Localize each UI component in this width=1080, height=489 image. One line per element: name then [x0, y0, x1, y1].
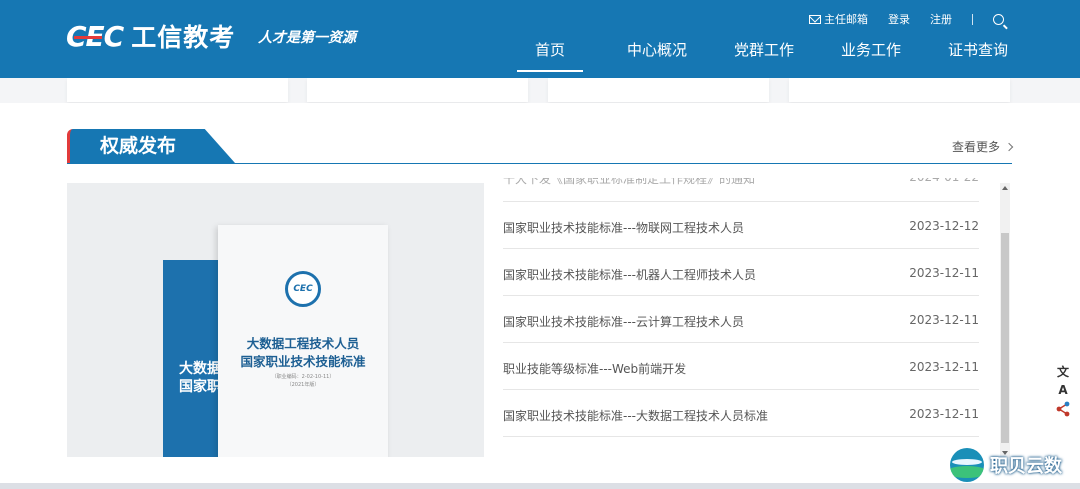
- feature-card[interactable]: [307, 78, 528, 102]
- book-title-line1: 大数据工程技术人员: [246, 336, 360, 351]
- list-item-title: 职业技能等级标准---Web前端开发: [503, 362, 687, 376]
- back-text-line1: 大数据: [179, 361, 221, 377]
- list-scrollbar[interactable]: [1000, 183, 1010, 458]
- register-link[interactable]: 注册: [930, 11, 952, 27]
- list-item[interactable]: 职业技能等级标准---Web前端开发 2023-12-11: [503, 343, 979, 390]
- list-item-date: 2024-01-22: [909, 178, 979, 184]
- list-item[interactable]: 国家职业技术技能标准---物联网工程技术人员 2023-12-12: [503, 202, 979, 249]
- section-title: 权威发布: [67, 129, 235, 163]
- nav-item-certificate[interactable]: 证书查询: [945, 40, 1011, 72]
- list-item-date: 2023-12-11: [909, 313, 979, 327]
- feature-card[interactable]: [548, 78, 769, 102]
- book-title-line2: 国家职业技术技能标准: [240, 354, 366, 369]
- back-text-line2: 国家职: [179, 379, 221, 395]
- section-header: 权威发布 查看更多: [67, 129, 1014, 164]
- divider: [972, 13, 973, 25]
- featured-cover-image[interactable]: 大数据 国家职 CEC 大数据工程技术人员 国家职业技术技能标准 （职业编码：2…: [67, 183, 484, 457]
- watermark-logo: [950, 448, 984, 482]
- watermark-text: 职贝云数: [990, 456, 1062, 477]
- list-item[interactable]: 国家职业技术技能标准---云计算工程技术人员 2023-12-11: [503, 296, 979, 343]
- list-item[interactable]: 国家职业技术技能标准---大数据工程技术人员标准 2023-12-11: [503, 390, 979, 437]
- list-item-title: 国家职业技术技能标准---物联网工程技术人员: [503, 221, 744, 235]
- book-front-cover: CEC 大数据工程技术人员 国家职业技术技能标准 （职业编码：2-02-10-1…: [218, 225, 388, 457]
- book-code: （职业编码：2-02-10-11）: [271, 374, 335, 380]
- page-bottom-strip: [0, 483, 1080, 489]
- search-icon[interactable]: [993, 13, 1004, 25]
- mailbox-link[interactable]: 主任邮箱: [789, 11, 868, 27]
- scrollbar-thumb[interactable]: [1001, 233, 1009, 443]
- watermark: 职贝云数: [950, 445, 1062, 485]
- mailbox-label: 主任邮箱: [824, 13, 868, 26]
- list-item-title: 国家职业技术技能标准---大数据工程技术人员标准: [503, 409, 768, 423]
- view-more-label: 查看更多: [951, 140, 1000, 154]
- scroll-up-arrow-icon[interactable]: [1002, 186, 1008, 190]
- share-icon[interactable]: [1054, 401, 1072, 419]
- authority-release-section: 权威发布 查看更多 大数据 国家职 CEC 大数据工程技术人员 国家职业技术技能…: [0, 103, 1080, 483]
- main-nav: 首页 中心概况 党群工作 业务工作 证书查询: [0, 40, 1080, 78]
- feature-cards: [0, 78, 1080, 103]
- login-link[interactable]: 登录: [888, 11, 910, 27]
- list-item[interactable]: 十大下发《国家职业标准制定工作规程》的通知 2024-01-22: [503, 178, 979, 202]
- list-item-title: 国家职业技术技能标准---机器人工程师技术人员: [503, 268, 756, 282]
- list-item-date: 2023-12-12: [909, 219, 979, 233]
- list-item-title: 国家职业技术技能标准---云计算工程技术人员: [503, 315, 744, 329]
- site-header: CEC 工信教考 人才是第一资源 主任邮箱 登录 注册 首页 中心概况 党群工作…: [0, 0, 1080, 78]
- chevron-right-icon: [1004, 142, 1014, 151]
- floating-toolbar: 文A: [1046, 358, 1080, 428]
- nav-item-business[interactable]: 业务工作: [838, 40, 904, 72]
- view-more-link[interactable]: 查看更多: [951, 138, 1014, 155]
- book-back-text: 大数据 国家职: [179, 360, 221, 396]
- nav-item-overview[interactable]: 中心概况: [624, 40, 690, 72]
- list-item-date: 2023-12-11: [909, 360, 979, 374]
- nav-item-party[interactable]: 党群工作: [731, 40, 797, 72]
- list-item-date: 2023-12-11: [909, 266, 979, 280]
- feature-card[interactable]: [67, 78, 288, 102]
- list-item-title: 十大下发《国家职业标准制定工作规程》的通知: [503, 178, 756, 186]
- nav-item-home[interactable]: 首页: [517, 40, 583, 72]
- list-item[interactable]: 国家职业技术技能标准---机器人工程师技术人员 2023-12-11: [503, 249, 979, 296]
- book-edition: （2021年版）: [286, 382, 320, 388]
- translate-icon[interactable]: 文A: [1054, 363, 1072, 397]
- mail-icon: [809, 14, 821, 24]
- cec-emblem: CEC: [285, 271, 321, 307]
- list-item-date: 2023-12-11: [909, 407, 979, 421]
- release-list: 十大下发《国家职业标准制定工作规程》的通知 2024-01-22 国家职业技术技…: [503, 178, 979, 478]
- feature-card[interactable]: [789, 78, 1010, 102]
- top-links: 主任邮箱 登录 注册: [789, 11, 1004, 27]
